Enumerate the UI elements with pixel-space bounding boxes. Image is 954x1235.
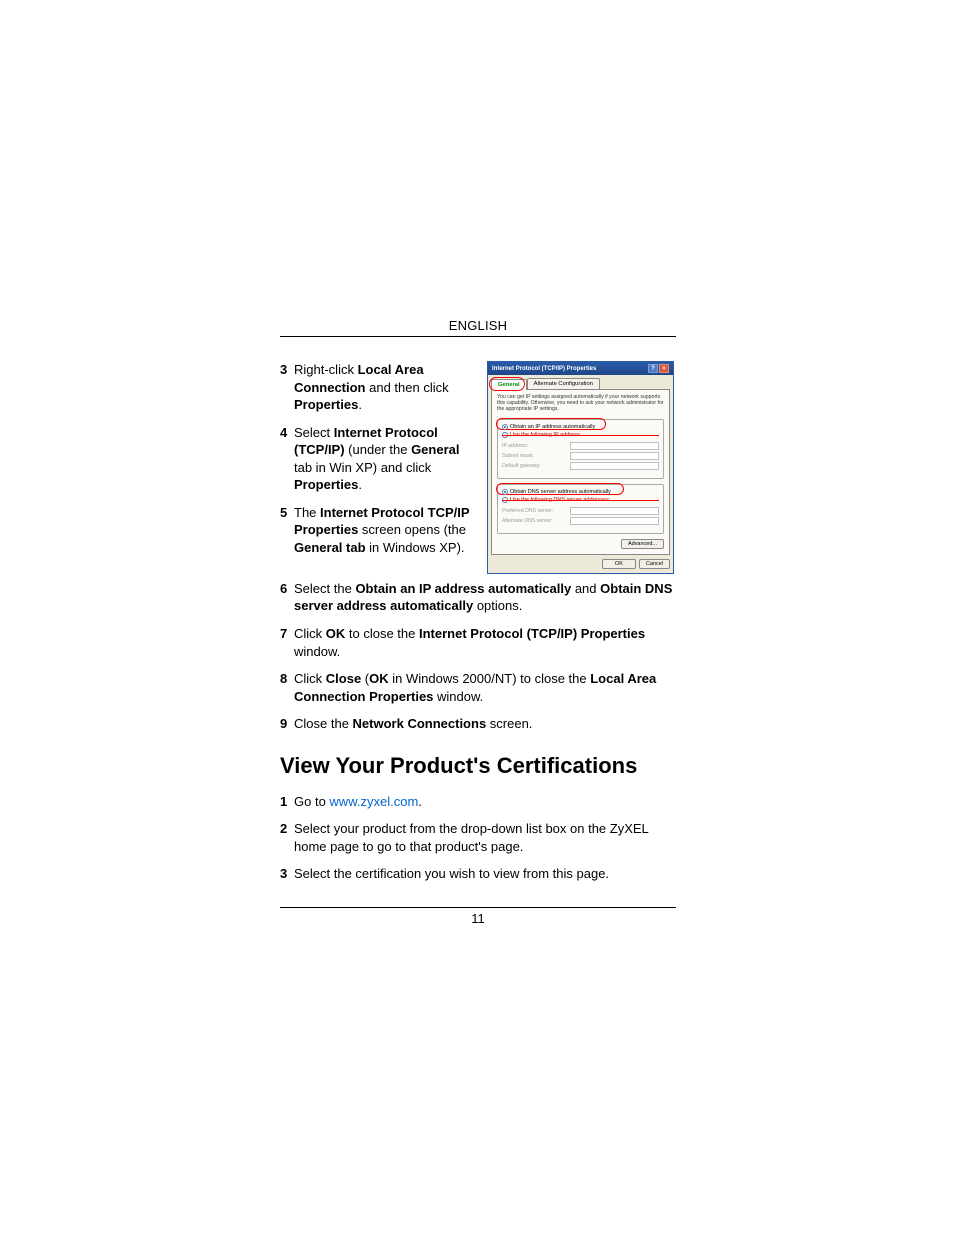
step-7: 7 Click OK to close the Internet Protoco…	[280, 625, 676, 660]
left-column: 3 Right-click Local Area Connection and …	[280, 361, 487, 574]
right-column: Internet Protocol (TCP/IP) Properties ? …	[487, 361, 676, 574]
help-icon[interactable]: ?	[648, 364, 658, 373]
titlebar-buttons: ? ×	[648, 364, 669, 373]
radio-obtain-ip-auto[interactable]: Obtain an IP address automatically	[502, 424, 659, 430]
label-subnet-mask: Subnet mask:	[502, 453, 570, 459]
page: ENGLISH 3 Right-click Local Area Connect…	[0, 0, 954, 1235]
tab-pane-general: You can get IP settings assigned automat…	[491, 389, 670, 555]
footer-rule: 11	[280, 907, 676, 926]
certification-steps: 1 Go to www.zyxel.com. 2 Select your pro…	[280, 793, 676, 883]
step-number: 9	[280, 715, 294, 733]
step-text: Select your product from the drop-down l…	[294, 820, 676, 855]
page-number: 11	[471, 911, 485, 926]
step-number: 3	[280, 865, 294, 883]
step-6: 6 Select the Obtain an IP address automa…	[280, 580, 676, 615]
step-5: 5 The Internet Protocol TCP/IP Propertie…	[280, 504, 477, 557]
radio-icon	[502, 424, 508, 430]
radio-use-dns[interactable]: Use the following DNS server addresses:	[502, 497, 659, 503]
step-text: Right-click Local Area Connection and th…	[294, 361, 477, 414]
close-icon[interactable]: ×	[659, 364, 669, 373]
ip-fields: IP address: Subnet mask: Default gateway…	[502, 442, 659, 470]
step-text: Click OK to close the Internet Protocol …	[294, 625, 676, 660]
step-8: 8 Click Close (OK in Windows 2000/NT) to…	[280, 670, 676, 705]
step-text: Select the Obtain an IP address automati…	[294, 580, 676, 615]
step-number: 8	[280, 670, 294, 705]
section-title-certifications: View Your Product's Certifications	[280, 753, 676, 779]
input-alternate-dns[interactable]	[570, 517, 659, 525]
input-preferred-dns[interactable]	[570, 507, 659, 515]
tab-general[interactable]: General	[491, 379, 527, 390]
radio-use-ip[interactable]: Use the following IP address:	[502, 432, 659, 438]
step-number: 7	[280, 625, 294, 660]
header-rule: ENGLISH	[280, 318, 676, 337]
label-default-gateway: Default gateway:	[502, 463, 570, 469]
dialog-titlebar: Internet Protocol (TCP/IP) Properties ? …	[488, 362, 673, 375]
step-text: Select the certification you wish to vie…	[294, 865, 609, 883]
content-frame: ENGLISH 3 Right-click Local Area Connect…	[280, 318, 676, 926]
steps-list-full: 6 Select the Obtain an IP address automa…	[280, 580, 676, 733]
label-alternate-dns: Alternate DNS server:	[502, 518, 570, 524]
dns-fields: Preferred DNS server: Alternate DNS serv…	[502, 507, 659, 525]
cert-step-2: 2 Select your product from the drop-down…	[280, 820, 676, 855]
cert-step-3: 3 Select the certification you wish to v…	[280, 865, 676, 883]
input-subnet-mask[interactable]	[570, 452, 659, 460]
tab-strip: General Alternate Configuration	[491, 378, 670, 389]
step-number: 5	[280, 504, 294, 557]
zyxel-link[interactable]: www.zyxel.com	[329, 794, 418, 809]
step-number: 4	[280, 424, 294, 494]
step-number: 2	[280, 820, 294, 855]
step-text: Select Internet Protocol (TCP/IP) (under…	[294, 424, 477, 494]
step-4: 4 Select Internet Protocol (TCP/IP) (und…	[280, 424, 477, 494]
ip-settings-group: Obtain an IP address automatically Use t…	[497, 419, 664, 479]
step-3: 3 Right-click Local Area Connection and …	[280, 361, 477, 414]
advanced-row: Advanced...	[497, 539, 664, 549]
step-number: 6	[280, 580, 294, 615]
cert-step-1: 1 Go to www.zyxel.com.	[280, 793, 676, 811]
step-9: 9 Close the Network Connections screen.	[280, 715, 676, 733]
label-preferred-dns: Preferred DNS server:	[502, 508, 570, 514]
dialog-intro: You can get IP settings assigned automat…	[497, 395, 664, 413]
step-text: Click Close (OK in Windows 2000/NT) to c…	[294, 670, 676, 705]
advanced-button[interactable]: Advanced...	[621, 539, 664, 549]
step-text: Go to www.zyxel.com.	[294, 793, 422, 811]
step-text: Close the Network Connections screen.	[294, 715, 532, 733]
tcpip-properties-dialog: Internet Protocol (TCP/IP) Properties ? …	[487, 361, 674, 574]
two-column-layout: 3 Right-click Local Area Connection and …	[280, 361, 676, 574]
header-language: ENGLISH	[280, 318, 676, 336]
radio-obtain-dns-auto[interactable]: Obtain DNS server address automatically	[502, 489, 659, 495]
label-ip-address: IP address:	[502, 443, 570, 449]
red-circle-annotation	[489, 377, 525, 391]
steps-list-top: 3 Right-click Local Area Connection and …	[280, 361, 477, 556]
step-text: The Internet Protocol TCP/IP Properties …	[294, 504, 477, 557]
step-number: 1	[280, 793, 294, 811]
radio-icon	[502, 497, 508, 503]
cancel-button[interactable]: Cancel	[639, 559, 670, 569]
dialog-body: General Alternate Configuration You can …	[488, 375, 673, 573]
tab-alternate-configuration[interactable]: Alternate Configuration	[527, 378, 600, 389]
dialog-footer-buttons: OK Cancel	[491, 559, 670, 569]
input-default-gateway[interactable]	[570, 462, 659, 470]
radio-icon	[502, 432, 508, 438]
input-ip-address[interactable]	[570, 442, 659, 450]
dns-settings-group: Obtain DNS server address automatically …	[497, 484, 664, 534]
step-number: 3	[280, 361, 294, 414]
radio-icon	[502, 489, 508, 495]
dialog-title: Internet Protocol (TCP/IP) Properties	[492, 366, 596, 372]
ok-button[interactable]: OK	[602, 559, 636, 569]
